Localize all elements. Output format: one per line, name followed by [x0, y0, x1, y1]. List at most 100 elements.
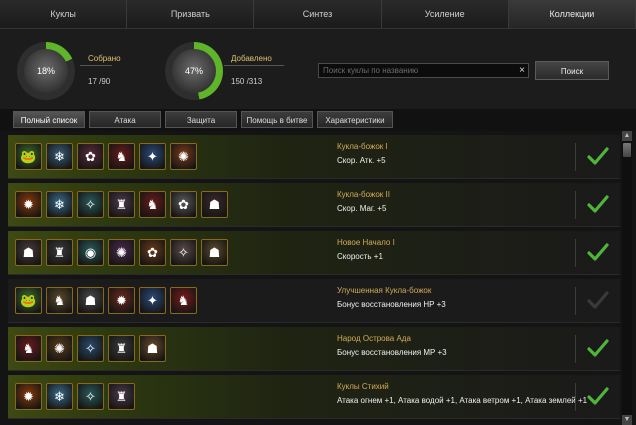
- white-hair-doll-icon[interactable]: ✿: [170, 191, 197, 218]
- crystal-doll-icon[interactable]: ✦: [139, 287, 166, 314]
- red-warrior-doll-icon[interactable]: ♞: [108, 143, 135, 170]
- doll-icon-strip: 🐸 ❄ ✿ ♞ ✦ ✺: [15, 143, 197, 170]
- frog-doll-icon[interactable]: 🐸: [15, 143, 42, 170]
- collected-percent: 18%: [24, 49, 68, 93]
- knight-doll-icon[interactable]: ♜: [46, 239, 73, 266]
- teal-mage-doll-icon[interactable]: ✧: [77, 191, 104, 218]
- frost-doll-icon[interactable]: ❄: [46, 191, 73, 218]
- collection-bonus: Скор. Маг. +5: [337, 204, 387, 213]
- added-value: 150 /313: [231, 77, 263, 86]
- scroll-thumb[interactable]: [623, 143, 631, 157]
- row-divider: [575, 383, 576, 411]
- collection-name: Куклы Стихий: [337, 382, 389, 391]
- scroll-down-arrow-icon[interactable]: ▼: [622, 415, 632, 425]
- filter-button-0[interactable]: Полный список: [13, 111, 85, 128]
- collected-progress-ring: 18%: [17, 42, 75, 100]
- red-demon-doll-icon[interactable]: ♞: [170, 287, 197, 314]
- added-divider: [224, 65, 284, 66]
- collection-bonus: Бонус восстановления MP +3: [337, 348, 447, 357]
- collection-name: Новое Начало I: [337, 238, 395, 247]
- shadow-doll-icon[interactable]: ☗: [201, 191, 228, 218]
- frog-doll-icon[interactable]: 🐸: [15, 287, 42, 314]
- orc-doll-icon[interactable]: ✺: [46, 335, 73, 362]
- red-warrior-doll-icon[interactable]: ♞: [15, 335, 42, 362]
- search-button[interactable]: Поиск: [535, 61, 609, 80]
- witch-doll-icon[interactable]: ✺: [108, 239, 135, 266]
- grey-ghost-doll-icon[interactable]: ☗: [77, 287, 104, 314]
- tab-2[interactable]: Синтез: [254, 0, 382, 28]
- search-input[interactable]: [319, 64, 514, 77]
- collection-bonus: Бонус восстановления HP +3: [337, 300, 446, 309]
- filter-button-4[interactable]: Характеристики: [317, 111, 393, 128]
- ice-mage-doll-icon[interactable]: ❄: [46, 143, 73, 170]
- added-progress-ring: 47%: [165, 42, 223, 100]
- tab-4[interactable]: Коллекции: [508, 0, 636, 28]
- fire-warrior-doll-icon[interactable]: ✹: [108, 287, 135, 314]
- doll-icon-strip: ✹ ❄ ✧ ♜: [15, 383, 135, 410]
- collected-value: 17 /90: [88, 77, 111, 86]
- teal-mage-doll-icon[interactable]: ✧: [77, 383, 104, 410]
- golem-doll-icon[interactable]: ☗: [139, 335, 166, 362]
- row-divider: [575, 239, 576, 267]
- pale-doll-icon[interactable]: ✧: [170, 239, 197, 266]
- collection-list: 🐸 ❄ ✿ ♞ ✦ ✺ Кукла-божок I Скор. Атк. +5 ✹ ❄ ✧ ♜ ♞ ✿ ☗ К…: [8, 131, 620, 425]
- collection-row[interactable]: ♞ ✺ ✧ ♜ ☗ Народ Острова Ада Бонус восстановлен…: [8, 327, 620, 371]
- blue-mage-doll-icon[interactable]: ✧: [77, 335, 104, 362]
- filter-bar: Полный список Атака Защита Помощь в битве Ха…: [0, 109, 636, 131]
- row-divider: [575, 287, 576, 315]
- collection-row[interactable]: ✹ ❄ ✧ ♜ Куклы Стихий Атака огнем +1, Атака во…: [8, 375, 620, 419]
- demon-doll-icon[interactable]: ♞: [139, 191, 166, 218]
- doll-icon-strip: ☗ ♜ ◉ ✺ ✿ ✧ ☗: [15, 239, 228, 266]
- collection-name: Кукла-божок I: [337, 142, 388, 151]
- tab-1[interactable]: Призвать: [127, 0, 255, 28]
- collection-row[interactable]: 🐸 ❄ ✿ ♞ ✦ ✺ Кукла-божок I Скор. Атк. +5: [8, 135, 620, 179]
- goblin-doll-icon[interactable]: ✿: [139, 239, 166, 266]
- flame-doll-icon[interactable]: ✹: [15, 191, 42, 218]
- flame-doll-icon[interactable]: ✹: [15, 383, 42, 410]
- filter-button-1[interactable]: Атака: [89, 111, 161, 128]
- search-field[interactable]: ×: [318, 63, 529, 78]
- tab-3[interactable]: Усиление: [381, 0, 509, 28]
- row-divider: [575, 143, 576, 171]
- frost-doll-icon[interactable]: ❄: [46, 383, 73, 410]
- tab-bar: Куклы Призвать Синтез Усиление Коллекции: [0, 0, 636, 29]
- doll-icon-strip: ♞ ✺ ✧ ♜ ☗: [15, 335, 166, 362]
- collection-row[interactable]: ☗ ♜ ◉ ✺ ✿ ✧ ☗ Новое Начало I Скорость +1: [8, 231, 620, 275]
- armored-doll-icon[interactable]: ♜: [108, 191, 135, 218]
- collection-name: Народ Острова Ада: [337, 334, 411, 343]
- tab-0[interactable]: Куклы: [0, 0, 128, 28]
- brute-doll-icon[interactable]: ♞: [46, 287, 73, 314]
- checkmark-icon: [587, 195, 609, 213]
- crystal-doll-icon[interactable]: ✦: [139, 143, 166, 170]
- stone-doll-icon[interactable]: ☗: [201, 239, 228, 266]
- checkmark-icon: [587, 147, 609, 165]
- hooded-doll-icon[interactable]: ☗: [15, 239, 42, 266]
- checkmark-icon: [587, 291, 609, 309]
- collection-row[interactable]: 🐸 ♞ ☗ ✹ ✦ ♞ Улучшенная Кукла-божок Бонус восста…: [8, 279, 620, 323]
- collection-name: Улучшенная Кукла-божок: [337, 286, 432, 295]
- added-percent: 47%: [172, 49, 216, 93]
- collection-bonus: Скорость +1: [337, 252, 383, 261]
- orb-doll-icon[interactable]: ◉: [77, 239, 104, 266]
- collection-name: Кукла-божок II: [337, 190, 390, 199]
- doll-icon-strip: 🐸 ♞ ☗ ✹ ✦ ♞: [15, 287, 197, 314]
- scroll-up-arrow-icon[interactable]: ▲: [622, 131, 632, 141]
- dark-girl-doll-icon[interactable]: ✿: [77, 143, 104, 170]
- collection-bonus: Скор. Атк. +5: [337, 156, 386, 165]
- scrollbar[interactable]: ▲ ▼: [622, 131, 632, 425]
- filter-button-2[interactable]: Защита: [165, 111, 237, 128]
- checkmark-icon: [587, 387, 609, 405]
- checkmark-icon: [587, 243, 609, 261]
- doll-icon-strip: ✹ ❄ ✧ ♜ ♞ ✿ ☗: [15, 191, 228, 218]
- armored-doll-icon[interactable]: ♜: [108, 383, 135, 410]
- collection-bonus: Атака огнем +1, Атака водой +1, Атака ве…: [337, 396, 588, 405]
- clear-icon[interactable]: ×: [519, 64, 525, 77]
- dark-knight-doll-icon[interactable]: ♜: [108, 335, 135, 362]
- filter-button-3[interactable]: Помощь в битве: [241, 111, 313, 128]
- fire-girl-doll-icon[interactable]: ✺: [170, 143, 197, 170]
- collection-row[interactable]: ✹ ❄ ✧ ♜ ♞ ✿ ☗ Кукла-божок II Скор. Маг. +5: [8, 183, 620, 227]
- row-divider: [575, 335, 576, 363]
- row-divider: [575, 191, 576, 219]
- collected-label: Собрано: [88, 54, 121, 63]
- collected-divider: [80, 65, 112, 66]
